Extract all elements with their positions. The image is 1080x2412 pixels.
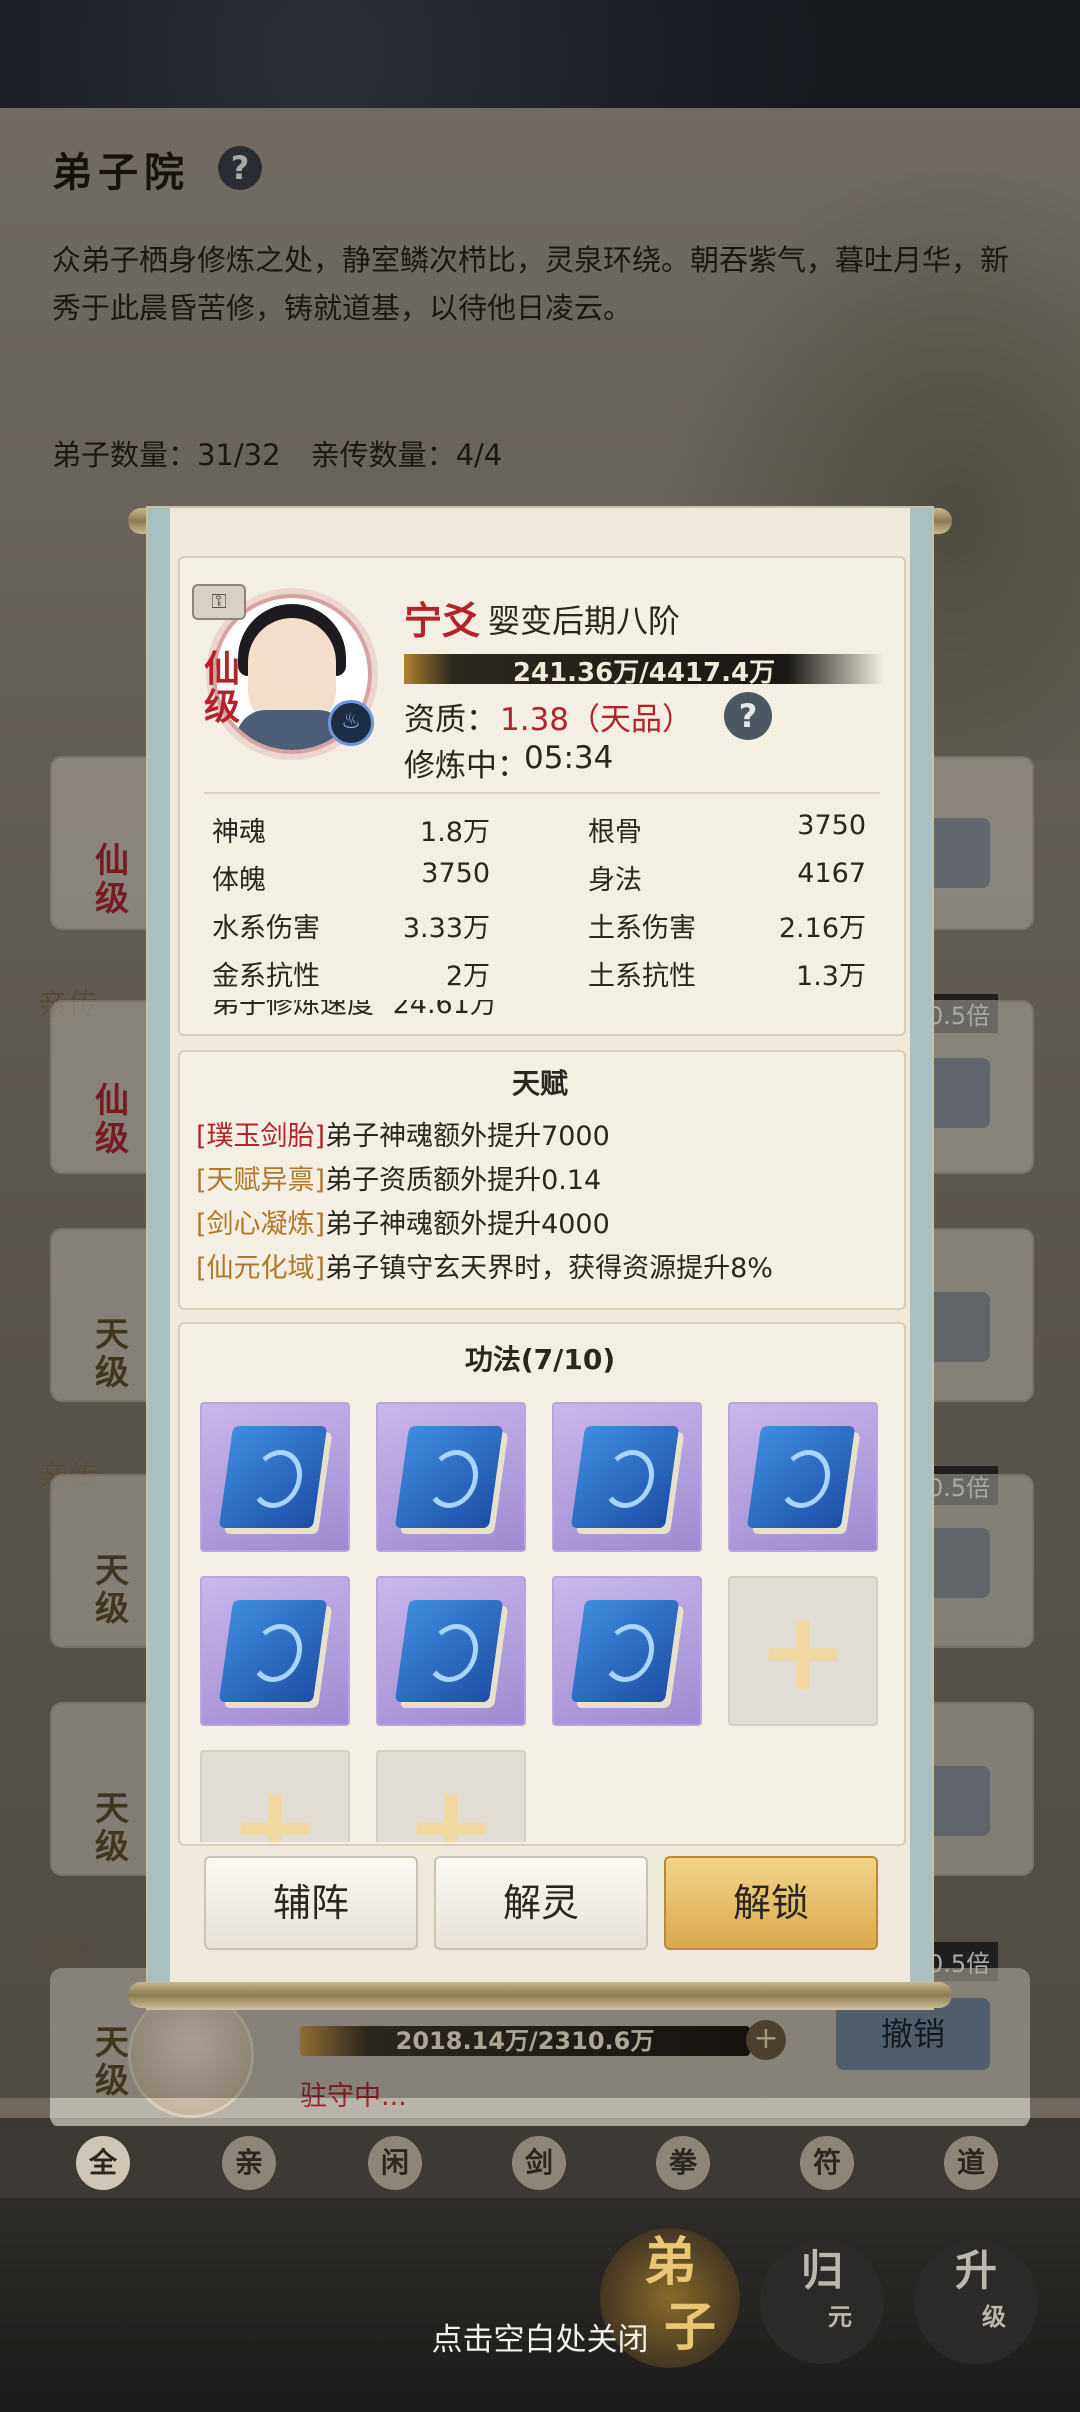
skill-book-icon	[394, 1426, 504, 1528]
character-realm: 婴变后期八阶	[488, 602, 681, 640]
talent-tag: [璞玉剑胎]	[196, 1121, 326, 1152]
scroll-rod-bottom	[128, 1982, 952, 2008]
plus-icon: +	[756, 1587, 850, 1715]
stat-value: 2.16万	[778, 913, 866, 944]
talent-tag: [天赋异禀]	[196, 1165, 326, 1196]
filter-talisman[interactable]: 符	[800, 2136, 854, 2190]
divider	[204, 792, 880, 794]
filter-dao[interactable]: 道	[944, 2136, 998, 2190]
filter-sword[interactable]: 剑	[512, 2136, 566, 2190]
skill-book-icon	[746, 1426, 856, 1528]
scroll-edge-right	[910, 508, 932, 2008]
skill-slot[interactable]	[552, 1576, 702, 1726]
stat-value: 1.8万	[420, 817, 490, 848]
skills-title: 功法(7/10)	[464, 1343, 616, 1376]
plus-icon: +	[228, 1761, 322, 1842]
top-band	[0, 0, 1080, 108]
array-button[interactable]: 辅阵	[204, 1856, 418, 1950]
nav-return-line1: 归	[800, 2246, 843, 2295]
stat-label: 神魂	[212, 817, 266, 848]
skill-book-icon	[570, 1600, 680, 1702]
talent-item: [仙元化域]弟子镇守玄天界时，获得资源提升8%	[196, 1246, 773, 1285]
skill-slot[interactable]	[376, 1402, 526, 1552]
stat-label: 水系伤害	[212, 913, 320, 944]
talent-tag: [仙元化域]	[196, 1253, 326, 1284]
filter-fist[interactable]: 拳	[656, 2136, 710, 2190]
cultivation-label: 修炼中：	[404, 748, 528, 784]
exp-text: 241.36万/4417.4万	[512, 658, 776, 688]
talent-desc: 弟子镇守玄天界时，获得资源提升8%	[325, 1253, 773, 1284]
skill-row-clipped: + +	[200, 1750, 580, 1842]
stat-row-clipped: 弟子修炼速度 24.61万	[212, 1000, 612, 1016]
grade-line1: 仙	[204, 648, 241, 690]
talent-desc: 弟子资质额外提升0.14	[325, 1165, 602, 1196]
cultivation-time: 05:34	[524, 740, 614, 776]
aptitude-label: 资质：	[404, 702, 497, 738]
filter-all[interactable]: 全	[76, 2136, 130, 2190]
stat-label: 土系抗性	[588, 961, 696, 992]
skill-book-icon	[218, 1600, 328, 1702]
stat-value: 3750	[797, 810, 866, 841]
nav-disciple-line1: 弟	[643, 2232, 696, 2293]
stat-label: 根骨	[588, 817, 642, 848]
close-hint[interactable]: 点击空白处关闭	[0, 2314, 1080, 2359]
stat-label: 身法	[588, 865, 642, 896]
talent-desc: 弟子神魂额外提升7000	[325, 1121, 610, 1152]
scroll-edge-left	[148, 508, 170, 2008]
skill-book-icon	[218, 1426, 328, 1528]
talent-item: [璞玉剑胎]弟子神魂额外提升7000	[196, 1114, 610, 1153]
talent-item: [天赋异禀]弟子资质额外提升0.14	[196, 1158, 601, 1197]
skill-slot[interactable]	[376, 1576, 526, 1726]
talent-desc: 弟子神魂额外提升4000	[325, 1209, 610, 1240]
stat-label: 金系抗性	[212, 961, 320, 992]
aptitude-help-icon[interactable]: ?	[724, 692, 772, 740]
empty-skill-slot[interactable]: +	[376, 1750, 526, 1842]
stat-value: 4167	[797, 858, 866, 889]
character-name: 宁爻	[404, 598, 481, 643]
stat-label: 土系伤害	[588, 913, 696, 944]
skill-book-icon	[570, 1426, 680, 1528]
stat-label: 体魄	[212, 865, 266, 896]
skill-slot[interactable]	[728, 1402, 878, 1552]
empty-skill-slot[interactable]: +	[728, 1576, 878, 1726]
empty-skill-slot[interactable]: +	[200, 1750, 350, 1842]
grade-badge: 仙 级	[204, 650, 248, 726]
skill-book-icon	[394, 1600, 504, 1702]
talents-title: 天赋	[511, 1067, 568, 1100]
aptitude-value: 1.38（天品）	[500, 702, 694, 738]
release-spirit-button[interactable]: 解灵	[434, 1856, 648, 1950]
grade-line2: 级	[204, 686, 241, 728]
skill-slot[interactable]	[552, 1402, 702, 1552]
lock-icon[interactable]: ⚿	[192, 584, 246, 620]
stat-value: 1.3万	[796, 961, 866, 992]
plus-icon: +	[404, 1761, 498, 1842]
skill-slot[interactable]	[200, 1402, 350, 1552]
stat-value: 2万	[445, 961, 490, 992]
stat-value: 3.33万	[402, 913, 490, 944]
unlock-button[interactable]: 解锁	[664, 1856, 878, 1950]
nav-upgrade-line1: 升	[954, 2246, 997, 2295]
talent-tag: [剑心凝炼]	[196, 1209, 326, 1240]
water-element-icon: ♨	[328, 700, 374, 746]
skill-slot[interactable]	[200, 1576, 350, 1726]
filter-direct[interactable]: 亲	[222, 2136, 276, 2190]
filter-idle[interactable]: 闲	[368, 2136, 422, 2190]
stat-value: 24.61万	[392, 1000, 497, 1016]
stat-label: 弟子修炼速度	[212, 1000, 374, 1016]
talent-item: [剑心凝炼]弟子神魂额外提升4000	[196, 1202, 610, 1241]
stat-value: 3750	[421, 858, 490, 889]
